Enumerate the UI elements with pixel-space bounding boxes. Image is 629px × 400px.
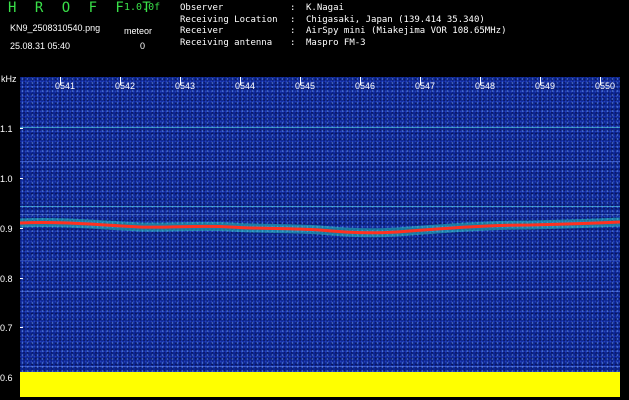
- time-label: 0542: [115, 81, 136, 91]
- time-label: 0544: [235, 81, 256, 91]
- info-value: Chigasaki, Japan (139.414 35.340): [306, 14, 485, 25]
- frequency-unit-label: kHz: [1, 74, 17, 84]
- y-tick: [20, 178, 23, 179]
- y-axis-label: 0.6: [0, 373, 13, 383]
- info-row-antenna: Receiving antenna: Maspro FM-3: [180, 37, 366, 48]
- y-tick: [20, 128, 23, 129]
- y-axis-label: 1.1: [0, 124, 13, 134]
- time-label: 0548: [475, 81, 496, 91]
- time-label: 0549: [535, 81, 556, 91]
- baseline-power-band: [20, 372, 620, 397]
- time-label: 0547: [415, 81, 436, 91]
- observer-info: Observer: K.Nagai Receiving Location: Ch…: [180, 3, 506, 49]
- info-value: AirSpy mini (Miakejima VOR 108.65MHz): [306, 26, 507, 36]
- observation-datetime: 25.08.31 05:40: [10, 41, 71, 51]
- y-axis-label: 0.8: [0, 274, 13, 284]
- info-value: K.Nagai: [306, 3, 344, 13]
- info-key: Receiving Location: [180, 14, 278, 25]
- meteor-label: meteor: [124, 26, 153, 36]
- waterfall-spectrogram: 0541 0542 0543 0544 0545 0546 0547 0548 …: [20, 77, 620, 397]
- time-label: 0546: [355, 81, 376, 91]
- header-panel: H R O F F T 1.0.0f KN9_2508310540.png me…: [0, 0, 629, 72]
- y-axis-label: 0.7: [0, 323, 13, 333]
- file-name: KN9_2508310540.png: [10, 23, 101, 33]
- y-tick: [20, 278, 23, 279]
- info-key: Receiver: [180, 26, 224, 36]
- y-tick: [20, 228, 23, 229]
- time-label: 0543: [175, 81, 196, 91]
- time-label: 0541: [55, 81, 76, 91]
- signal-trace: [20, 217, 620, 238]
- y-tick: [20, 327, 23, 328]
- y-axis-label: 0.9: [0, 224, 13, 234]
- app-version: 1.0.0f: [124, 2, 161, 13]
- info-row-location: Receiving Location: Chigasaki, Japan (13…: [180, 14, 485, 25]
- meteor-count: 0: [140, 41, 146, 51]
- info-row-receiver: Receiver: AirSpy mini (Miakejima VOR 108…: [180, 26, 507, 36]
- info-row-observer: Observer: K.Nagai: [180, 3, 344, 13]
- y-axis-label: 1.0: [0, 174, 13, 184]
- info-key: Observer: [180, 3, 224, 13]
- info-value: Maspro FM-3: [306, 37, 366, 48]
- time-label: 0550: [595, 81, 616, 91]
- time-label: 0545: [295, 81, 316, 91]
- info-key: Receiving antenna: [180, 37, 273, 48]
